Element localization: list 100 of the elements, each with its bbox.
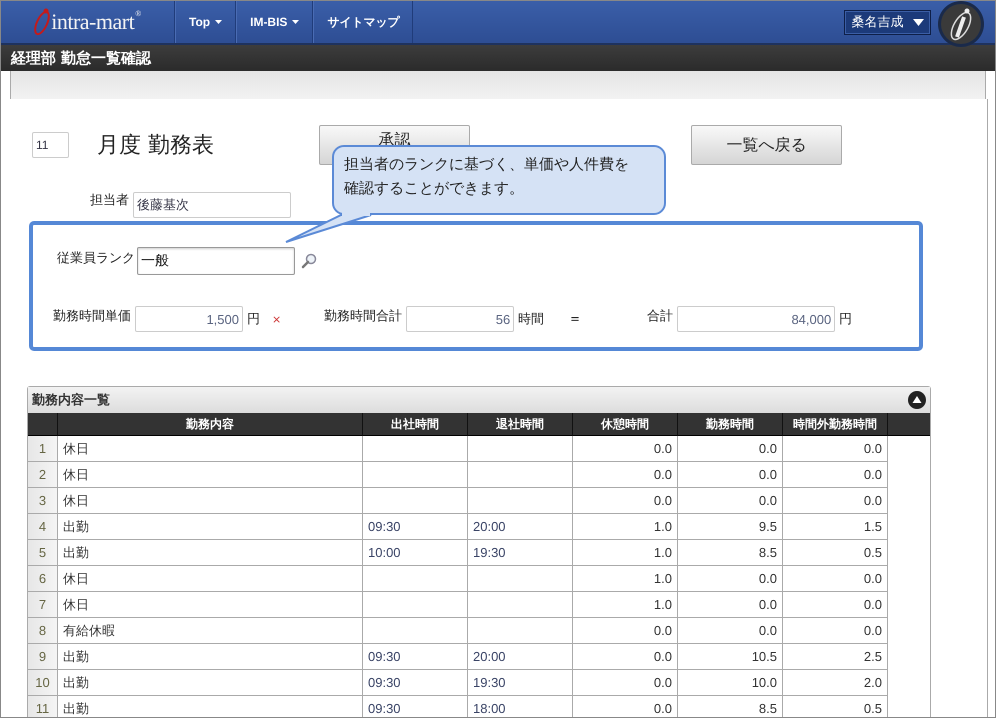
logo-swoosh-icon xyxy=(34,7,50,37)
row-number: 2 xyxy=(28,462,58,488)
table-cell: 0.0 xyxy=(678,488,783,514)
row-number: 8 xyxy=(28,618,58,644)
nav-menu-item[interactable]: Top xyxy=(175,1,236,43)
table-cell: 8.5 xyxy=(678,696,783,717)
table-cell: 18:00 xyxy=(468,696,573,717)
table-cell: 20:00 xyxy=(468,644,573,670)
amount-field[interactable]: 56 xyxy=(406,306,514,332)
row-number: 5 xyxy=(28,540,58,566)
table-cell: 1.0 xyxy=(573,540,678,566)
user-menu[interactable]: 桑名吉成 xyxy=(844,10,931,34)
table-cell: 0.0 xyxy=(573,670,678,696)
table-cell: 1.0 xyxy=(573,514,678,540)
person-field[interactable]: 後藤基次 xyxy=(133,192,291,218)
table-cell: 8.5 xyxy=(678,540,783,566)
page-title: 経理部 勤怠一覧確認 xyxy=(1,45,995,71)
table-cell: 0.0 xyxy=(678,462,783,488)
amount-field[interactable]: 1,500 xyxy=(135,306,243,332)
field-label: 担当者 xyxy=(89,192,129,209)
row-number: 11 xyxy=(28,696,58,717)
table-cell: 0.0 xyxy=(573,488,678,514)
table-cell: 出勤 xyxy=(58,696,363,717)
column-header[interactable]: 勤務時間 xyxy=(678,413,783,436)
table-cell: 0.0 xyxy=(783,592,888,618)
column-header[interactable]: 退社時間 xyxy=(468,413,573,436)
nav-menu-item[interactable]: IM-BIS xyxy=(236,1,314,43)
table-cell: 09:30 xyxy=(363,696,468,717)
table-cell: 出勤 xyxy=(58,670,363,696)
sheet-heading: 月度 勤務表 xyxy=(97,132,215,160)
table-cell: 1.0 xyxy=(573,592,678,618)
nav-menu-item[interactable]: サイトマップ xyxy=(313,1,414,43)
table-cell: 0.5 xyxy=(783,696,888,717)
table-cell: 10.5 xyxy=(678,644,783,670)
column-header[interactable]: 勤務内容 xyxy=(58,413,363,436)
table-cell: 0.0 xyxy=(783,462,888,488)
column-header xyxy=(28,413,58,436)
column-header[interactable]: 出社時間 xyxy=(363,413,468,436)
table-cell: 0.0 xyxy=(573,644,678,670)
table-cell: 0.0 xyxy=(678,436,783,462)
field-label: 従業員ランク xyxy=(56,250,135,267)
table-cell: 2.0 xyxy=(783,670,888,696)
table-cell: 0.5 xyxy=(783,540,888,566)
field-label: 勤務時間合計 xyxy=(324,308,402,325)
table-cell: 0.0 xyxy=(573,618,678,644)
row-number: 9 xyxy=(28,644,58,670)
table-cell: 1.5 xyxy=(783,514,888,540)
row-number: 4 xyxy=(28,514,58,540)
table-cell: 休日 xyxy=(58,566,363,592)
row-number: 3 xyxy=(28,488,58,514)
table-cell: 休日 xyxy=(58,592,363,618)
column-header[interactable]: 時間外勤務時間 xyxy=(783,413,888,436)
table-cell: 0.0 xyxy=(783,618,888,644)
row-number: 7 xyxy=(28,592,58,618)
table-cell: 0.0 xyxy=(678,618,783,644)
table-cell: 0.0 xyxy=(573,436,678,462)
field-label: 合計 xyxy=(647,308,674,325)
amount-field[interactable]: 84,000 xyxy=(677,306,836,332)
table-cell: 0.0 xyxy=(678,592,783,618)
table-cell: 10.0 xyxy=(678,670,783,696)
table-cell: 出勤 xyxy=(58,644,363,670)
table-cell: 0.0 xyxy=(783,488,888,514)
table-cell: 休日 xyxy=(58,488,363,514)
equals-sign: ＝ xyxy=(568,310,582,328)
table-cell: 20:00 xyxy=(468,514,573,540)
table-cell: 0.0 xyxy=(678,566,783,592)
column-header xyxy=(888,413,930,436)
table-cell: 休日 xyxy=(58,436,363,462)
table-cell: 2.5 xyxy=(783,644,888,670)
table-cell: 19:30 xyxy=(468,670,573,696)
brand-logo: intra-mart$^{®}$ xyxy=(51,9,141,35)
row-number: 6 xyxy=(28,566,58,592)
unit-label: 円 xyxy=(839,311,852,328)
table-cell: 9.5 xyxy=(678,514,783,540)
search-icon[interactable] xyxy=(301,253,317,269)
field-label: 勤務時間単価 xyxy=(53,308,131,325)
column-header[interactable]: 休憩時間 xyxy=(573,413,678,436)
panel-title: 勤務内容一覧 xyxy=(32,392,110,409)
table-cell: 1.0 xyxy=(573,566,678,592)
collapse-icon[interactable] xyxy=(908,391,926,409)
info-logo-icon[interactable] xyxy=(937,1,985,47)
table-cell: 有給休暇 xyxy=(58,618,363,644)
table-cell: 休日 xyxy=(58,462,363,488)
back-button[interactable]: 一覧へ戻る xyxy=(691,125,842,165)
table-cell: 出勤 xyxy=(58,514,363,540)
table-cell: 09:30 xyxy=(363,670,468,696)
table-cell: 0.0 xyxy=(573,696,678,717)
rank-field[interactable]: 一般 xyxy=(137,247,295,275)
month-field[interactable]: 11 xyxy=(32,132,69,158)
row-number: 1 xyxy=(28,436,58,462)
row-number: 10 xyxy=(28,670,58,696)
table-cell: 19:30 xyxy=(468,540,573,566)
table-cell: 09:30 xyxy=(363,644,468,670)
table-cell: 0.0 xyxy=(783,566,888,592)
caret-icon xyxy=(912,18,924,26)
multiply-sign: × xyxy=(272,312,282,326)
table-cell: 0.0 xyxy=(573,462,678,488)
table-cell: 10:00 xyxy=(363,540,468,566)
table-cell: 0.0 xyxy=(783,436,888,462)
table-cell: 09:30 xyxy=(363,514,468,540)
